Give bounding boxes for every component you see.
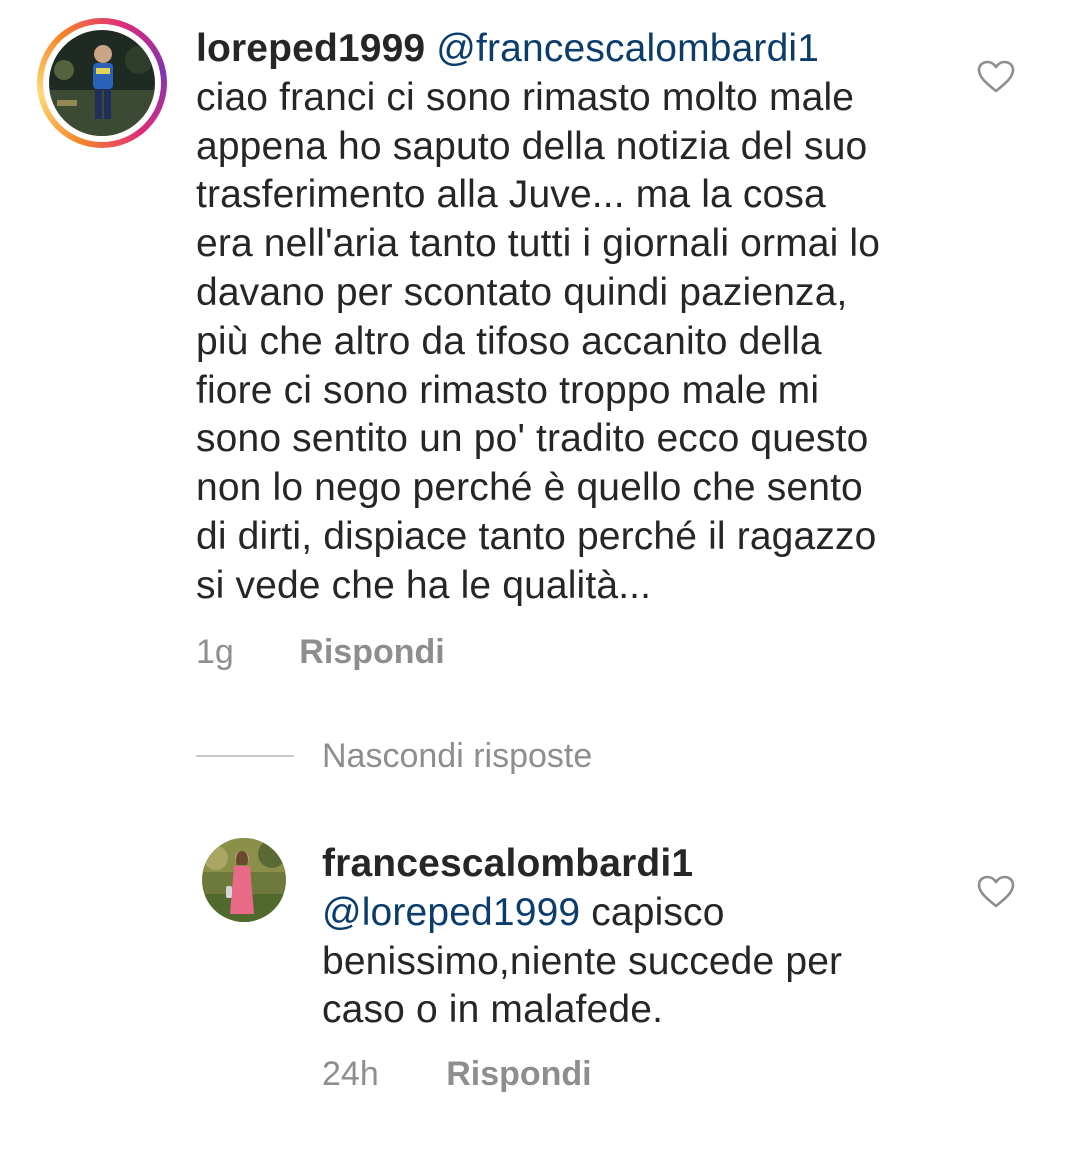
reply-body: francescalombardi1 @loreped1999 capisco … bbox=[322, 840, 962, 1035]
comment-header-line: loreped1999 @francescalombardi1 bbox=[196, 25, 956, 74]
replier-avatar-photo bbox=[202, 838, 286, 922]
comment-text-line: non lo nego perché è quello che sento bbox=[196, 466, 863, 510]
comment-meta: 1g Rispondi bbox=[196, 633, 445, 672]
comment-timestamp: 1g bbox=[196, 633, 234, 671]
reply-reply-button[interactable]: Rispondi bbox=[446, 1055, 591, 1093]
commenter-avatar-photo bbox=[49, 30, 155, 136]
comment-text-line: appena ho saputo della notizia del suo bbox=[196, 124, 868, 168]
heart-outline-icon[interactable] bbox=[977, 60, 1015, 94]
comment-text-line: trasferimento alla Juve... ma la cosa bbox=[196, 173, 826, 217]
reply-username[interactable]: francescalombardi1 bbox=[322, 842, 693, 885]
comment-username[interactable]: loreped1999 bbox=[196, 27, 425, 70]
reply-text-line: caso o in malafede. bbox=[322, 988, 664, 1032]
reply-mention[interactable]: @loreped1999 bbox=[322, 891, 580, 934]
reply-header-line: francescalombardi1 bbox=[322, 840, 962, 889]
commenter-avatar[interactable] bbox=[49, 30, 155, 136]
heart-outline-icon[interactable] bbox=[977, 875, 1015, 909]
reply-text-line: benissimo,niente succede per bbox=[322, 939, 843, 983]
comment-text-line: era nell'aria tanto tutti i giornali orm… bbox=[196, 222, 881, 266]
comment-text-line: sono sentito un po' tradito ecco questo bbox=[196, 417, 869, 461]
comment-text-line: più che altro da tifoso accanito della bbox=[196, 319, 822, 363]
commenter-avatar-story-ring[interactable] bbox=[37, 18, 167, 148]
hide-replies-toggle[interactable]: Nascondi risposte bbox=[196, 733, 592, 779]
hide-replies-label[interactable]: Nascondi risposte bbox=[322, 737, 592, 776]
replies-divider bbox=[196, 755, 294, 757]
comment-body: loreped1999 @francescalombardi1 ciao fra… bbox=[196, 25, 956, 611]
comment-text-line: davano per scontato quindi pazienza, bbox=[196, 270, 848, 314]
reply-first-line-text: capisco bbox=[580, 890, 725, 934]
comment-mention[interactable]: @francescalombardi1 bbox=[436, 27, 819, 70]
comment-text-line: si vede che ha le qualità... bbox=[196, 563, 652, 607]
reply-timestamp: 24h bbox=[322, 1055, 379, 1093]
comment-reply-button[interactable]: Rispondi bbox=[299, 633, 444, 671]
comment-text-line: fiore ci sono rimasto troppo male mi bbox=[196, 368, 820, 412]
reply-meta: 24h Rispondi bbox=[322, 1055, 592, 1094]
replier-avatar[interactable] bbox=[202, 838, 286, 922]
reply-first-line: @loreped1999 capisco bbox=[322, 889, 962, 938]
comment-text-line: di dirti, dispiace tanto perché il ragaz… bbox=[196, 514, 877, 558]
comment-text-line: ciao franci ci sono rimasto molto male bbox=[196, 75, 855, 119]
